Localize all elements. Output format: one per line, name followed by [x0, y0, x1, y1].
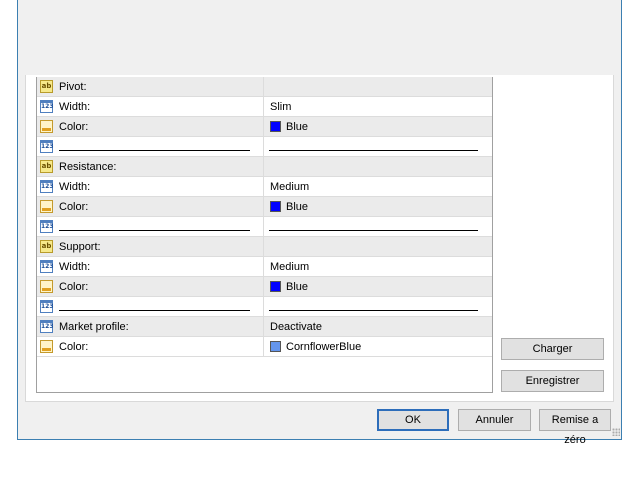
property-value-cell[interactable] — [265, 137, 492, 156]
color-swatch — [270, 201, 281, 212]
property-label: Width: — [59, 101, 91, 113]
property-value-cell[interactable] — [265, 217, 492, 236]
ok-button[interactable]: OK — [377, 409, 449, 431]
reset-button[interactable]: Remise a zéro — [539, 409, 611, 446]
property-name-cell[interactable]: 123 — [37, 137, 264, 156]
color-icon — [40, 200, 53, 213]
property-name-cell[interactable]: Color: — [37, 117, 264, 136]
separator-line — [269, 230, 478, 231]
property-value: Blue — [286, 121, 309, 133]
number-icon: 123 — [40, 180, 54, 193]
property-label: Resistance: — [59, 161, 117, 173]
property-row[interactable]: 123 Width: Medium — [37, 257, 492, 277]
separator-line — [59, 310, 250, 311]
property-name-cell[interactable]: 123 — [37, 217, 264, 236]
property-value-cell[interactable] — [265, 77, 492, 96]
property-label: Pivot: — [59, 81, 87, 93]
number-icon: 123 — [40, 300, 54, 313]
property-name-cell[interactable]: 123 Market profile: — [37, 317, 264, 336]
property-name-cell[interactable]: ab Resistance: — [37, 157, 264, 176]
color-icon — [40, 340, 53, 353]
separator-line — [59, 230, 250, 231]
property-row[interactable]: Color: CornflowerBlue — [37, 337, 492, 357]
property-row[interactable]: 123 Market profile: Deactivate — [37, 317, 492, 337]
property-name-cell[interactable]: Color: — [37, 197, 264, 216]
property-row[interactable]: 123 — [37, 137, 492, 157]
property-label: Width: — [59, 181, 91, 193]
number-icon: 123 — [40, 260, 54, 273]
property-label: Market profile: — [59, 321, 129, 333]
property-value-cell[interactable]: Blue — [265, 277, 492, 296]
color-icon — [40, 280, 53, 293]
property-label: Color: — [59, 281, 89, 293]
color-icon — [40, 120, 53, 133]
property-name-cell[interactable]: ab Support: — [37, 237, 264, 256]
number-icon: 123 — [40, 140, 54, 153]
property-value-cell[interactable]: Medium — [265, 177, 492, 196]
property-name-cell[interactable]: Color: — [37, 277, 264, 296]
property-row[interactable]: ab Resistance: — [37, 157, 492, 177]
property-value-cell[interactable]: Deactivate — [265, 317, 492, 336]
property-row[interactable]: 123 Width: Slim — [37, 97, 492, 117]
color-swatch — [270, 341, 281, 352]
separator-line — [269, 150, 478, 151]
property-label: Support: — [59, 241, 101, 253]
load-button[interactable]: Charger — [501, 338, 604, 360]
property-row[interactable]: 123 Width: Medium — [37, 177, 492, 197]
ab-icon: ab — [40, 240, 53, 253]
number-icon: 123 — [40, 220, 54, 233]
property-value: Slim — [270, 101, 292, 113]
property-row[interactable]: 123 — [37, 297, 492, 317]
property-row[interactable]: Color: Blue — [37, 197, 492, 217]
property-name-cell[interactable]: ab Pivot: — [37, 77, 264, 96]
property-value: Medium — [270, 181, 310, 193]
property-name-cell[interactable]: 123 Width: — [37, 97, 264, 116]
property-value-cell[interactable] — [265, 237, 492, 256]
resize-grip-icon[interactable] — [612, 428, 620, 436]
separator-line — [269, 310, 478, 311]
property-value-cell[interactable]: Medium — [265, 257, 492, 276]
color-swatch — [270, 281, 281, 292]
property-name-cell[interactable]: 123 Width: — [37, 257, 264, 276]
property-row[interactable]: Color: Blue — [37, 277, 492, 297]
property-label: Width: — [59, 261, 91, 273]
property-name-cell[interactable]: Color: — [37, 337, 264, 356]
property-value: Blue — [286, 201, 309, 213]
property-row[interactable]: ab Pivot: — [37, 77, 492, 97]
property-name-cell[interactable]: 123 — [37, 297, 264, 316]
property-label: Color: — [59, 201, 89, 213]
separator-line — [59, 150, 250, 151]
property-row[interactable]: ab Support: — [37, 237, 492, 257]
property-value-cell[interactable]: Slim — [265, 97, 492, 116]
property-value-cell[interactable] — [265, 157, 492, 176]
number-icon: 123 — [40, 320, 54, 333]
ab-icon: ab — [40, 160, 53, 173]
save-preset-button[interactable]: Enregistrer — [501, 370, 604, 392]
property-row[interactable]: Color: Blue — [37, 117, 492, 137]
property-value: Blue — [286, 281, 309, 293]
property-row[interactable]: 123 — [37, 217, 492, 237]
property-value-cell[interactable] — [265, 297, 492, 316]
property-value-cell[interactable]: Blue — [265, 197, 492, 216]
ab-icon: ab — [40, 80, 53, 93]
property-grid[interactable]: ab Pivot: 123 Width: Slim Color: Blue 123 ab Resi… — [36, 77, 493, 393]
property-value: Medium — [270, 261, 310, 273]
property-value-cell[interactable]: CornflowerBlue — [265, 337, 492, 356]
property-value: Deactivate — [270, 321, 322, 333]
property-value-cell[interactable]: Blue — [265, 117, 492, 136]
cancel-button[interactable]: Annuler — [458, 409, 531, 431]
property-label: Color: — [59, 121, 89, 133]
property-value: CornflowerBlue — [286, 341, 362, 353]
property-label: Color: — [59, 341, 89, 353]
number-icon: 123 — [40, 100, 54, 113]
color-swatch — [270, 121, 281, 132]
property-name-cell[interactable]: 123 Width: — [37, 177, 264, 196]
